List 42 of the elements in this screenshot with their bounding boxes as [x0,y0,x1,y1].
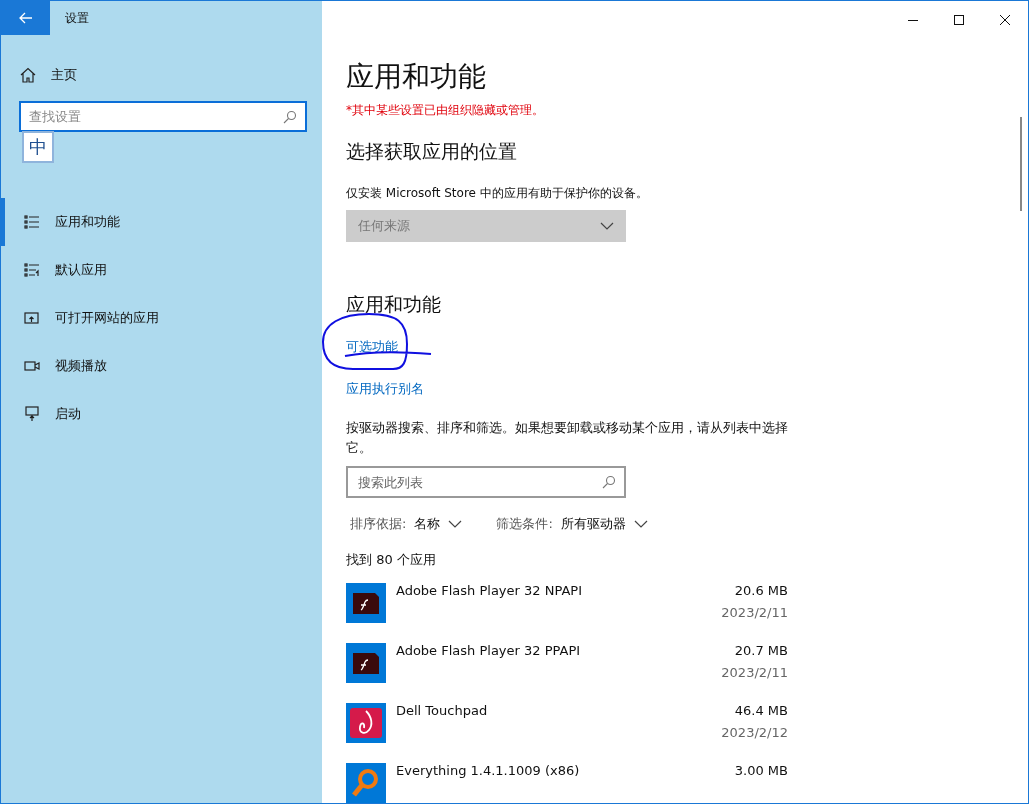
window-title: 设置 [65,10,89,27]
search-field[interactable]: 查找设置 [19,100,307,132]
app-row[interactable]: Dell Touchpad 46.4 MB 2023/2/12 [346,703,788,763]
search-icon [602,475,616,489]
back-button[interactable] [1,1,50,35]
close-icon [1000,15,1010,25]
text-link[interactable]: 应用执行别名 [346,381,424,396]
minimize-icon [908,19,918,21]
chevron-down-icon [633,519,648,528]
app-count: 找到 80 个应用 [346,550,437,569]
chevron-down-icon [600,221,614,230]
section-heading: 应用和功能 [346,291,442,317]
ime-indicator: 中 [22,130,54,163]
back-arrow-icon [18,12,33,24]
filter-dropdown[interactable]: 筛选条件: 所有驱动器 [496,514,648,534]
section-heading: 选择获取应用的位置 [346,139,518,164]
description-text: 仅安装 Microsoft Store 中的应用有助于保护你的设备。 [346,184,649,202]
monitor-arrow-icon [24,405,40,422]
touchpad-app-icon [346,703,386,743]
list-icon [24,213,40,230]
search-icon [283,109,297,124]
sort-dropdown[interactable]: 排序依据: 名称 [350,514,463,534]
policy-notice: *其中某些设置已由组织隐藏或管理。 [346,102,545,119]
flash-app-icon [346,583,386,623]
nav-item[interactable]: 默认应用 [1,245,322,294]
list-search-field[interactable]: 搜索此列表 [346,466,626,498]
app-row[interactable]: Adobe Flash Player 32 NPAPI 20.6 MB 2023/2/11 [346,583,788,643]
nav-item[interactable]: 可打开网站的应用 [1,293,322,342]
chevron-down-icon [448,519,463,528]
text-link[interactable]: 可选功能 [346,339,398,354]
home-link[interactable]: 主页 [51,65,77,85]
app-row[interactable]: Everything 1.4.1.1009 (x86) 3.00 MB [346,763,788,803]
app-row[interactable]: Adobe Flash Player 32 PPAPI 20.7 MB 2023/2/11 [346,643,788,703]
maximize-icon [954,15,964,25]
description-text: 按驱动器搜索、排序和筛选。如果想要卸载或移动某个应用，请从列表中选择它。 [346,419,789,457]
magnifier-app-icon [346,763,386,803]
nav-item[interactable]: 启动 [1,389,322,438]
list-arrow-icon [24,261,40,278]
nav-item[interactable]: 视频播放 [1,341,322,390]
home-icon [20,66,36,83]
flash-app-icon [346,643,386,683]
page-title: 应用和功能 [346,59,487,95]
